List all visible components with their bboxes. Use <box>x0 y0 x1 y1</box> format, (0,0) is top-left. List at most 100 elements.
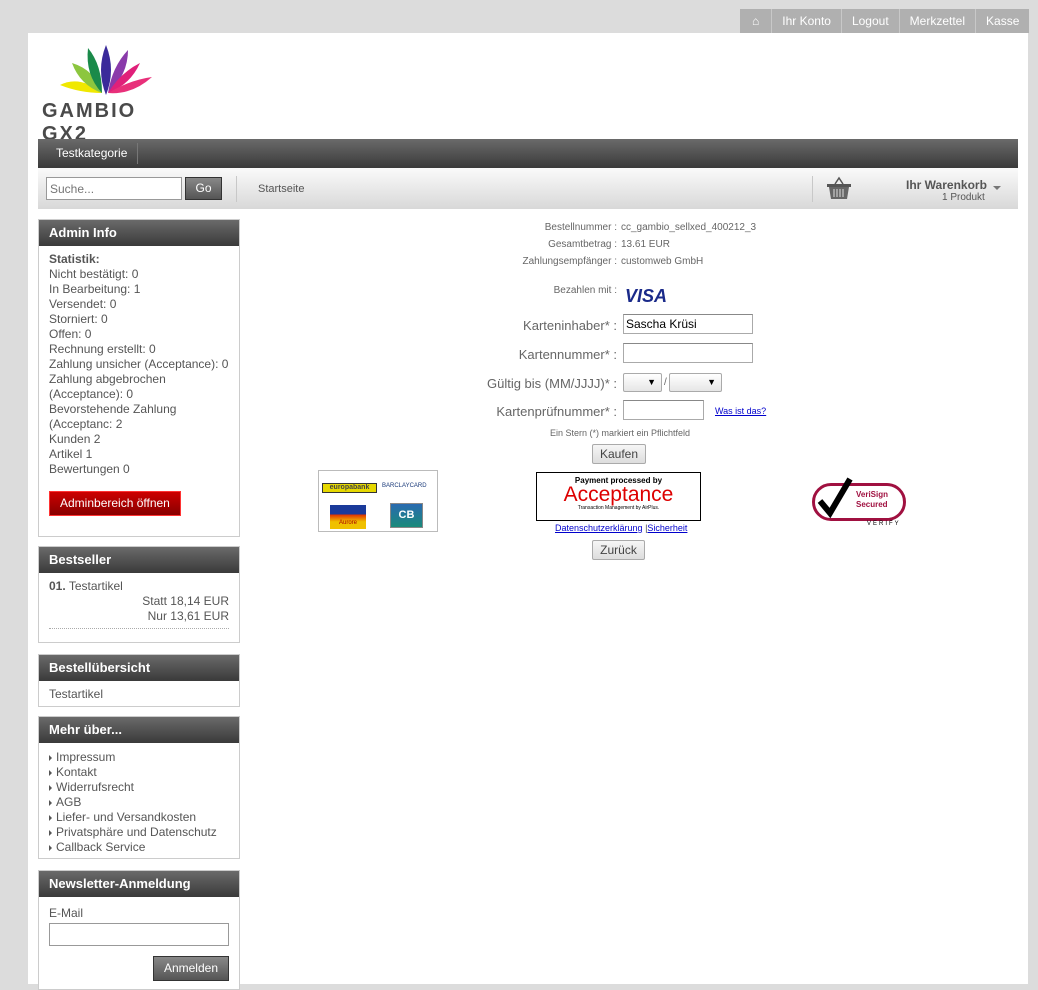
statistic-line: Offen: 0 <box>49 327 92 341</box>
cart-title[interactable]: Ihr Warenkorb <box>906 178 987 192</box>
arrow-right-icon <box>49 799 52 806</box>
topnav-account[interactable]: Ihr Konto <box>771 9 841 33</box>
arrow-right-icon <box>49 844 52 851</box>
acceptance-name: Acceptance <box>563 483 674 506</box>
holder-label: Karteninhaber* : <box>523 318 617 333</box>
expiry-year-select[interactable]: ▼ <box>669 373 722 392</box>
arrow-right-icon <box>49 769 52 776</box>
more-link-label: Privatsphäre und Datenschutz <box>56 825 217 839</box>
order-number-value: cc_gambio_sellxed_400212_3 <box>621 222 757 233</box>
acceptance-logo: Payment processed by Acceptance Transact… <box>536 472 701 521</box>
visa-logo: VISA <box>625 286 668 306</box>
top-navigation: ⌂ Ihr Konto Logout Merkzettel Kasse <box>740 9 1030 33</box>
security-link[interactable]: Sicherheit <box>647 523 687 533</box>
bestseller-item[interactable]: Testartikel <box>69 579 123 593</box>
logo[interactable]: GAMBIO GX2 <box>40 45 178 145</box>
statistic-line: Bevorstehende Zahlung (Acceptanc: 2 <box>49 402 177 431</box>
breadcrumb[interactable]: Startseite <box>258 183 304 195</box>
card-holder-input[interactable] <box>623 314 753 334</box>
cart-count: 1 Produkt <box>942 192 985 203</box>
card-number-input[interactable] <box>623 343 753 363</box>
statistic-line: Zahlung unsicher (Acceptance): 0 <box>49 357 229 371</box>
email-field[interactable] <box>49 923 229 946</box>
statistics-heading: Statistik: <box>49 252 100 266</box>
home-icon[interactable]: ⌂ <box>740 9 771 33</box>
footer-links: Datenschutzerklärung |Sicherheit <box>555 523 688 533</box>
more-link[interactable]: Widerrufsrecht <box>49 780 229 795</box>
newsletter-box: Newsletter-Anmeldung E-Mail Anmelden <box>38 870 240 990</box>
bestseller-rank: 01. <box>49 579 66 593</box>
card-number-label: Kartennummer* : <box>518 347 617 362</box>
bank-logos: europabank BARCLAYCARD Aurore CB <box>318 470 438 532</box>
barclaycard-logo: BARCLAYCARD <box>382 483 427 489</box>
cvc-help-link[interactable]: Was ist das? <box>715 406 766 416</box>
pay-with-label: Bezahlen mit : <box>553 285 617 296</box>
more-link[interactable]: Privatsphäre und Datenschutz <box>49 825 229 840</box>
topnav-wishlist[interactable]: Merkzettel <box>898 9 975 33</box>
category-bar: Testkategorie <box>38 139 1018 168</box>
verisign-verify: VERIFY <box>867 521 901 527</box>
cvc-input[interactable] <box>623 400 704 420</box>
more-link[interactable]: Liefer- und Versandkosten <box>49 810 229 825</box>
arrow-right-icon <box>49 754 52 761</box>
divider <box>812 176 813 202</box>
verisign-secured: Secured <box>856 500 888 509</box>
cvc-label: Kartenprüfnummer* : <box>496 404 617 419</box>
back-button[interactable]: Zurück <box>592 540 645 560</box>
search-go-button[interactable]: Go <box>185 177 222 200</box>
payee-value: customweb GmbH <box>621 256 704 267</box>
subscribe-button[interactable]: Anmelden <box>152 956 229 981</box>
bestseller-box: Bestseller 01. Testartikel Statt 18,14 E… <box>38 546 240 643</box>
buy-button[interactable]: Kaufen <box>592 444 646 464</box>
statistic-line: Rechnung erstellt: 0 <box>49 342 156 356</box>
order-overview-box: Bestellübersicht Testartikel <box>38 654 240 707</box>
statistic-line: In Bearbeitung: 1 <box>49 282 141 296</box>
total-label: Gesamtbetrag : <box>548 239 617 250</box>
more-link[interactable]: Callback Service <box>49 840 229 855</box>
open-admin-button[interactable]: Adminbereich öffnen <box>49 491 181 516</box>
statistic-line: Nicht bestätigt: 0 <box>49 267 139 281</box>
divider <box>236 176 237 202</box>
check-icon <box>817 477 853 519</box>
more-link-label: Liefer- und Versandkosten <box>56 810 197 824</box>
expiry-separator: / <box>664 377 667 388</box>
statistic-line: Kunden 2 <box>49 432 101 446</box>
arrow-right-icon <box>49 784 52 791</box>
aurore-logo: Aurore <box>330 505 366 529</box>
order-number-label: Bestellnummer : <box>544 222 617 233</box>
more-link[interactable]: Kontakt <box>49 765 229 780</box>
box-title: Bestellübersicht <box>39 655 239 681</box>
box-title: Admin Info <box>39 220 239 246</box>
topnav-logout[interactable]: Logout <box>840 9 899 33</box>
cb-logo: CB <box>390 503 423 528</box>
arrow-right-icon <box>49 814 52 821</box>
required-note: Ein Stern (*) markiert ein Pflichtfeld <box>549 428 691 438</box>
order-item[interactable]: Testartikel <box>39 681 239 708</box>
email-label: E-Mail <box>49 906 84 920</box>
statistic-line: Storniert: 0 <box>49 312 108 326</box>
box-title: Newsletter-Anmeldung <box>39 871 239 897</box>
verisign-logo: VeriSign Secured VERIFY <box>812 477 908 529</box>
statistic-line: Zahlung abgebrochen (Acceptance): 0 <box>49 372 166 401</box>
more-link-label: Widerrufsrecht <box>56 780 135 794</box>
lotus-icon <box>60 45 152 95</box>
more-link[interactable]: Impressum <box>49 750 229 765</box>
admin-info-box: Admin Info Statistik: Nicht bestätigt: 0… <box>38 219 240 537</box>
category-testkategorie[interactable]: Testkategorie <box>38 143 139 164</box>
box-title: Mehr über... <box>39 717 239 743</box>
more-link-label: Kontakt <box>56 765 97 779</box>
chevron-down-icon[interactable] <box>993 186 1001 190</box>
box-title: Bestseller <box>39 547 239 573</box>
expiry-month-select[interactable]: ▼ <box>623 373 662 392</box>
search-input[interactable] <box>46 177 182 200</box>
statistic-line: Versendet: 0 <box>49 297 117 311</box>
statistics-list: Nicht bestätigt: 0 In Bearbeitung: 1 Verse… <box>49 267 229 477</box>
total-value: 13.61 EUR <box>621 239 670 250</box>
topnav-checkout[interactable]: Kasse <box>975 9 1029 33</box>
basket-icon[interactable] <box>826 176 852 200</box>
arrow-right-icon <box>49 829 52 836</box>
more-link[interactable]: AGB <box>49 795 229 810</box>
verisign-text: VeriSign <box>856 490 889 499</box>
statistic-line: Artikel 1 <box>49 447 93 461</box>
privacy-link[interactable]: Datenschutzerklärung <box>555 523 643 533</box>
